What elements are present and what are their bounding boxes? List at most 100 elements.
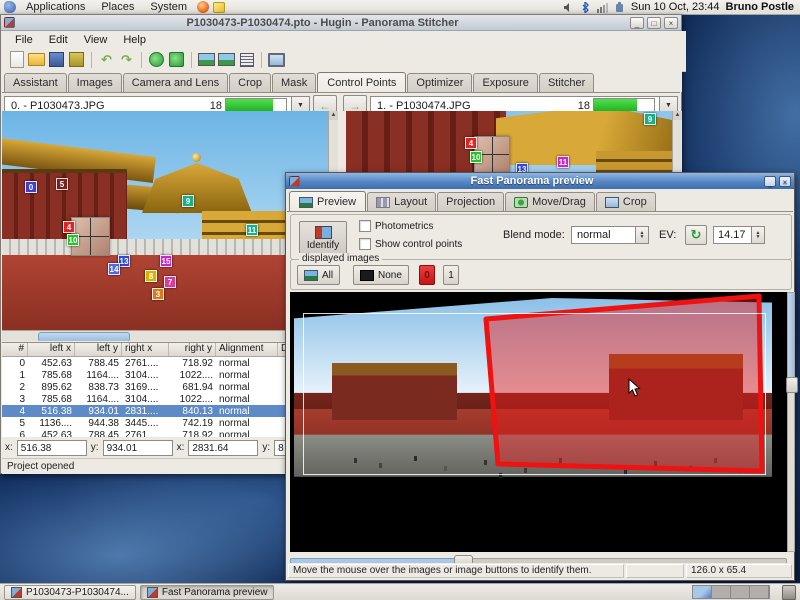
undo-button[interactable]: ↶ (98, 51, 115, 68)
fast-preview-button[interactable] (218, 51, 235, 68)
spinner-icon[interactable]: ▲▼ (751, 227, 764, 243)
photometrics-checkbox[interactable]: Photometrics (359, 220, 433, 232)
left-photo-canvas[interactable]: 05911410131415873 (2, 111, 329, 331)
workspace-4[interactable] (750, 586, 769, 598)
workspace-switcher[interactable] (692, 585, 770, 599)
ev-spinbox[interactable]: 14.17 ▲▼ (713, 226, 765, 244)
spinner-icon[interactable]: ▲▼ (635, 227, 648, 243)
tab-optimizer[interactable]: Optimizer (407, 73, 472, 92)
volume-icon[interactable] (563, 2, 574, 13)
workspace-2[interactable] (712, 586, 731, 598)
col-left-x[interactable]: left x (28, 343, 75, 356)
clock[interactable]: Sun 10 Oct, 23:44 (631, 1, 720, 13)
blend-mode-select[interactable]: normal ▲▼ (571, 226, 649, 244)
image-0-toggle[interactable]: 0 (419, 265, 435, 285)
preview-title-bar[interactable]: Fast Panorama preview _ × (286, 173, 794, 189)
close-button[interactable]: × (664, 17, 678, 29)
col-left-y[interactable]: left y (75, 343, 122, 356)
show-cp-table-button[interactable] (238, 51, 255, 68)
left-photo-hscrollbar[interactable] (2, 330, 329, 341)
col-right-x[interactable]: right x (122, 343, 169, 356)
tab-exposure[interactable]: Exposure (473, 73, 537, 92)
show-control-points-checkbox[interactable]: Show control points (359, 238, 462, 250)
redo-button[interactable]: ↷ (118, 51, 135, 68)
control-point-marker[interactable]: 5 (56, 178, 68, 190)
user-menu[interactable]: Bruno Postle (726, 1, 796, 13)
col-alignment[interactable]: Alignment (216, 343, 278, 356)
tab-mask[interactable]: Mask (272, 73, 316, 92)
control-point-marker[interactable]: 11 (557, 156, 569, 168)
gnome-menu-icon[interactable] (4, 1, 16, 13)
right-x-field[interactable]: 2831.64 (188, 440, 258, 456)
slider-handle[interactable] (786, 377, 798, 393)
taskbar-main-window-button[interactable]: P1030473-P1030474... (4, 585, 136, 600)
menu-places[interactable]: Places (95, 1, 140, 13)
menu-edit[interactable]: Edit (42, 33, 75, 47)
control-point-marker[interactable]: 0 (25, 181, 37, 193)
tab-camera-and-lens[interactable]: Camera and Lens (123, 73, 228, 92)
menu-help[interactable]: Help (116, 33, 153, 47)
control-point-marker[interactable]: 9 (644, 113, 656, 125)
control-point-marker[interactable]: 10 (470, 151, 482, 163)
tab-control-points[interactable]: Control Points (317, 72, 406, 93)
pitch-slider[interactable] (787, 292, 795, 552)
reoptimize-button[interactable] (168, 51, 185, 68)
control-point-marker[interactable]: 4 (465, 137, 477, 149)
preview-panorama-button[interactable] (198, 51, 215, 68)
close-button[interactable]: × (779, 176, 791, 187)
image-1-toggle[interactable]: 1 (443, 265, 459, 285)
col-right-y[interactable]: right y (169, 343, 216, 356)
open-project-button[interactable] (28, 51, 45, 68)
scroll-up-icon[interactable]: ▲ (329, 111, 338, 120)
tab-projection[interactable]: Projection (437, 192, 504, 211)
ev-reset-button[interactable]: ↻ (685, 225, 707, 245)
bluetooth-icon[interactable] (580, 2, 591, 13)
left-x-field[interactable]: 516.38 (17, 440, 87, 456)
tab-preview[interactable]: Preview (289, 191, 366, 212)
control-point-marker[interactable]: 4 (63, 221, 75, 233)
menu-applications[interactable]: Applications (20, 1, 91, 13)
menu-view[interactable]: View (77, 33, 115, 47)
control-point-marker[interactable]: 9 (182, 195, 194, 207)
firefox-launcher-icon[interactable] (197, 1, 209, 13)
trash-icon[interactable] (782, 585, 796, 600)
taskbar-preview-window-button[interactable]: Fast Panorama preview (140, 585, 275, 600)
tab-crop[interactable]: Crop (596, 192, 656, 211)
checkbox-icon[interactable] (359, 220, 371, 232)
tab-layout[interactable]: Layout (367, 192, 436, 211)
main-title-bar[interactable]: P1030473-P1030474.pto - Hugin - Panorama… (1, 15, 681, 31)
control-point-marker[interactable]: 8 (145, 270, 157, 282)
network-signal-icon[interactable] (597, 2, 608, 13)
control-point-marker[interactable]: 10 (67, 234, 79, 246)
control-point-marker[interactable]: 3 (152, 288, 164, 300)
minimize-button[interactable]: _ (764, 176, 776, 187)
identify-button[interactable]: Identify (299, 221, 347, 255)
col-num[interactable]: # (2, 343, 28, 356)
new-project-button[interactable] (8, 51, 25, 68)
notes-launcher-icon[interactable] (213, 2, 225, 13)
control-point-marker[interactable]: 14 (108, 263, 120, 275)
control-point-marker[interactable]: 11 (246, 224, 258, 236)
tab-move-drag[interactable]: Move/Drag (505, 192, 595, 211)
tab-crop[interactable]: Crop (229, 73, 271, 92)
control-point-marker[interactable]: 7 (164, 276, 176, 288)
checkbox-icon[interactable] (359, 238, 371, 250)
control-point-marker[interactable]: 15 (160, 255, 172, 267)
tab-stitcher[interactable]: Stitcher (539, 73, 594, 92)
workspace-1[interactable] (693, 586, 712, 598)
tab-images[interactable]: Images (68, 73, 122, 92)
show-none-button[interactable]: None (353, 265, 409, 285)
menu-file[interactable]: File (8, 33, 40, 47)
save-as-button[interactable] (68, 51, 85, 68)
workspace-3[interactable] (731, 586, 750, 598)
show-all-button[interactable]: All (297, 265, 340, 285)
run-assistant-button[interactable] (148, 51, 165, 68)
left-y-field[interactable]: 934.01 (103, 440, 173, 456)
scroll-up-icon[interactable]: ▲ (673, 111, 682, 120)
maximize-button[interactable]: □ (647, 17, 661, 29)
save-project-button[interactable] (48, 51, 65, 68)
minimize-button[interactable]: _ (630, 17, 644, 29)
menu-system[interactable]: System (144, 1, 193, 13)
full-screen-button[interactable] (268, 51, 285, 68)
tab-assistant[interactable]: Assistant (4, 73, 67, 92)
